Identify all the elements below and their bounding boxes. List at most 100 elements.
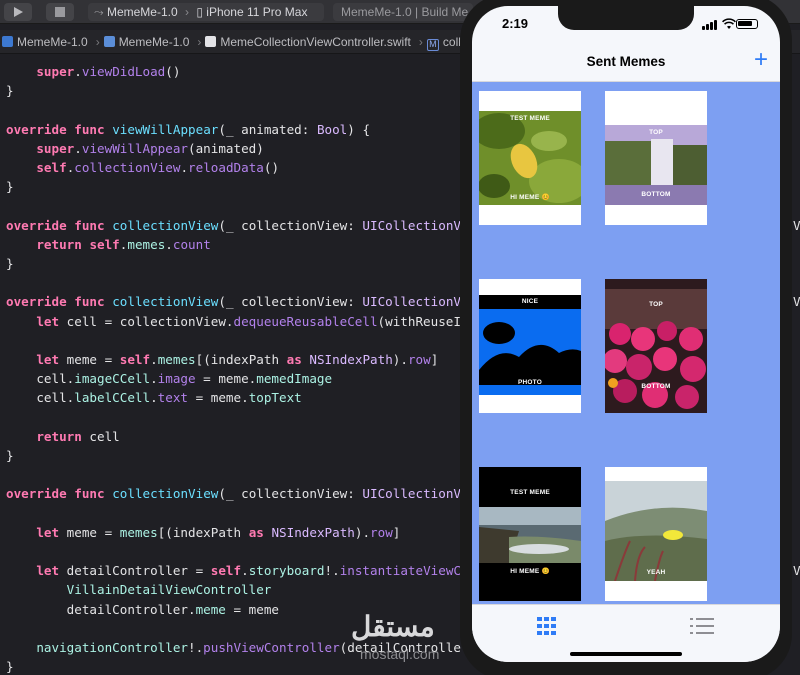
code-token: cell. [6, 371, 75, 387]
code-token: (_ collectionView: [218, 294, 363, 310]
meme-cell[interactable]: TEST MEME HI MEME 😊 [479, 91, 581, 225]
code-token: cell. [6, 390, 75, 406]
run-button[interactable] [4, 3, 32, 21]
code-token: return [36, 428, 82, 444]
code-token: let [36, 313, 60, 329]
code-token: storyboard [248, 563, 325, 579]
simulator-device: 2:19 Sent Memes + TEST MEME HI MEME 😊 TO… [460, 0, 792, 675]
code-token: collectionView [112, 486, 219, 502]
code-token: meme [195, 601, 226, 617]
jumpbar-symbol[interactable]: Mcoll [426, 30, 461, 53]
meme-top-text: NICE [521, 298, 539, 305]
jumpbar-folder[interactable]: MemeMe-1.0 [103, 30, 189, 53]
swift-file-icon [205, 36, 217, 47]
meme-cell[interactable]: TOP BOTTOM [605, 279, 707, 413]
activity-status: MemeMe-1.0 | Build Me [333, 3, 473, 21]
meme-image [479, 111, 581, 205]
meme-image [605, 279, 707, 413]
code-token: pushViewController [203, 640, 340, 655]
device-icon: ▯ [196, 5, 203, 19]
code-token: UICollectionVi [362, 217, 469, 233]
meme-cell[interactable]: YEAH [605, 467, 707, 601]
meme-cell[interactable]: TEST MEME HI MEME 😊 [479, 467, 581, 601]
code-token: . [150, 371, 158, 387]
code-line: override func collectionView(_ collectio… [6, 484, 469, 503]
code-token: . [74, 140, 82, 156]
code-token: . [180, 160, 189, 175]
code-token: . [74, 64, 82, 79]
code-token: () [165, 64, 181, 79]
code-line: VillainDetailViewController [6, 580, 272, 599]
code-token: detailController. [6, 601, 196, 617]
status-time: 2:19 [502, 16, 529, 31]
code-token: text [157, 390, 189, 406]
chevron-right-icon: › [95, 35, 100, 49]
code-token: ). [392, 352, 408, 367]
code-token: [(indexPath [157, 524, 249, 540]
navigation-bar: Sent Memes + [472, 42, 780, 82]
code-token: self [119, 352, 151, 367]
meme-bottom-text: BOTTOM [641, 383, 671, 390]
code-overflow-char: V [793, 217, 800, 233]
code-token: ). [354, 524, 371, 540]
meme-bottom-text: HI MEME 😊 [510, 568, 550, 575]
code-token: func [74, 121, 105, 137]
code-token: row [370, 524, 393, 540]
code-token: memes [119, 524, 158, 540]
code-token: labelCCell [74, 390, 151, 406]
code-line: override func collectionView(_ collectio… [6, 292, 469, 311]
code-token: meme = [59, 524, 120, 540]
scheme-selector[interactable]: ⤳ MemeMe-1.0 › ▯ iPhone 11 Pro Max [88, 3, 324, 21]
code-line: self.collectionView.reloadData() [6, 158, 279, 177]
meme-top-text: TEST MEME [510, 489, 550, 496]
code-overflow-char: V [793, 563, 800, 579]
code-token: } [6, 256, 14, 271]
code-token: let [36, 563, 60, 579]
meme-cell[interactable]: TOP BOTTOM [605, 91, 707, 225]
code-token: VillainDetailViewController [66, 582, 272, 598]
code-line: let meme = memes[(indexPath as NSIndexPa… [6, 523, 400, 542]
meme-bottom-text: YEAH [646, 569, 666, 576]
grid-icon[interactable] [532, 615, 562, 637]
stop-button[interactable] [46, 3, 74, 21]
code-token: cell = collectionView. [59, 313, 234, 329]
scheme-icon: ⤳ [94, 5, 104, 19]
chevron-right-icon: › [184, 5, 189, 19]
meme-cell[interactable]: NICE PHOTO [479, 279, 581, 413]
code-line: let detailController = self.storyboard!.… [6, 561, 461, 580]
code-token: count [172, 236, 211, 252]
code-line: cell.labelCCell.text = meme.topText [6, 388, 302, 407]
code-token: override [6, 121, 67, 137]
code-line: super.viewDidLoad() [6, 62, 180, 81]
code-token: as [286, 352, 302, 367]
code-token: detailController = [59, 563, 211, 579]
project-icon [2, 36, 13, 47]
code-token: func [74, 294, 105, 310]
code-overflow-char: V [793, 294, 800, 310]
code-line: } [6, 254, 14, 273]
status-icons [702, 18, 758, 30]
code-token: navigationController [36, 640, 188, 655]
code-token: topText [248, 390, 302, 406]
jumpbar-project[interactable]: MemeMe-1.0 [2, 30, 88, 53]
battery-icon [736, 19, 758, 29]
code-token: !. [188, 640, 204, 655]
add-meme-button[interactable]: + [754, 46, 768, 74]
code-token: . [165, 236, 173, 252]
jumpbar-file[interactable]: MemeCollectionViewController.swift [205, 30, 411, 53]
code-line: let cell = collectionView.dequeueReusabl… [6, 312, 461, 331]
code-token: } [6, 659, 14, 675]
code-token: . [241, 563, 249, 579]
list-icon[interactable] [687, 615, 717, 637]
meme-collection[interactable]: TEST MEME HI MEME 😊 TOP BOTTOM NICE PHOT… [472, 82, 780, 604]
code-token: ] [392, 524, 401, 540]
code-token: ) { [347, 121, 371, 137]
code-token: meme = [59, 352, 120, 367]
nav-title: Sent Memes [586, 54, 666, 69]
code-token: return [36, 236, 82, 252]
